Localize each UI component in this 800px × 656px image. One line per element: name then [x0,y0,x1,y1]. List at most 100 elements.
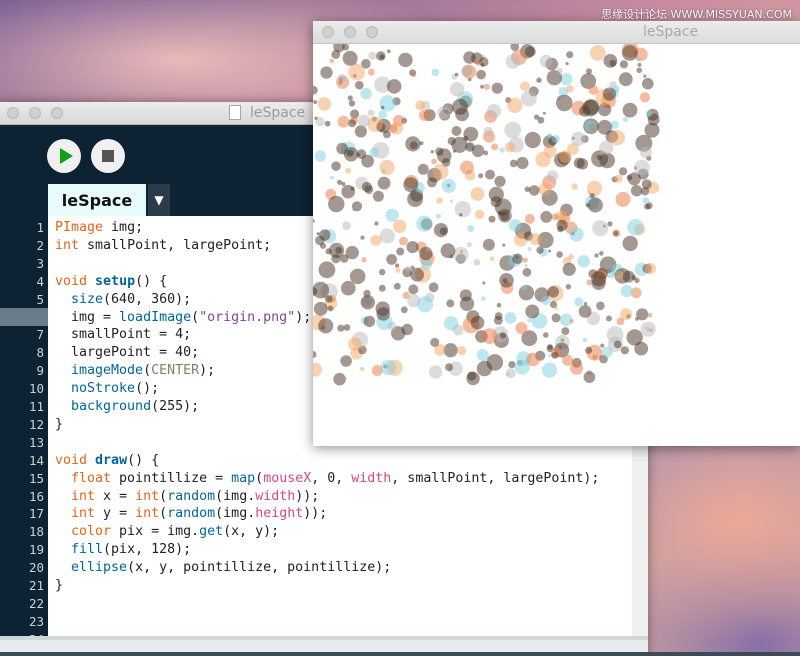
pointillism-dot [571,183,578,190]
sketch-zoom-button[interactable] [366,26,378,38]
pointillism-dot [609,130,625,146]
pointillism-dot [361,257,367,263]
pointillism-dot [644,326,651,332]
sketch-canvas[interactable] [313,44,800,446]
minimize-window-button[interactable] [29,107,41,119]
tab-menu-button[interactable]: ▼ [148,184,170,216]
pointillism-dot [587,197,603,213]
pointillism-dot [370,234,382,246]
pointillism-dot [463,126,479,142]
pointillism-dot [363,315,376,328]
pointillism-dot [483,126,494,137]
pointillism-dot [419,109,431,121]
pointillism-dot [401,323,413,336]
code-token: setup [95,273,136,289]
pointillism-dot [441,178,456,193]
pointillism-dot [379,54,385,60]
pointillism-dot [369,147,379,158]
pointillism-dot [313,301,328,316]
sketch-minimize-button[interactable] [344,26,356,38]
code-token: y = [95,506,136,522]
line-number: 2 [36,237,44,253]
stop-button[interactable] [91,139,125,173]
pointillism-dot [504,142,516,153]
code-token: ( [159,488,168,504]
pointillism-dot [416,215,433,232]
line-number: 19 [28,542,44,558]
tab-lespace[interactable]: leSpace [48,184,146,216]
pointillism-dot [402,291,410,300]
code-token: void [55,273,88,289]
pointillism-dot [393,282,401,290]
pointillism-dot [568,253,575,260]
zoom-window-button[interactable] [51,107,63,119]
pointillism-dot [565,62,569,66]
line-number: 9 [36,363,44,379]
code-token: ( [191,309,200,325]
pointillism-dot [462,64,477,79]
pointillism-dot [361,181,372,193]
pointillism-dot [313,351,317,358]
pointillism-dot [374,221,379,226]
line-number: 14 [28,452,44,468]
pointillism-dot [536,246,544,254]
code-token: int [55,237,80,253]
pointillism-dot [318,261,336,279]
pointillism-dot [480,63,485,67]
pointillism-dot [520,90,537,107]
pointillism-dot [348,337,362,351]
pointillism-dot [618,167,628,176]
pointillism-dot [488,215,496,223]
pointillism-dot [615,191,631,207]
pointillism-dot [347,95,353,101]
pointillism-dot [613,230,619,236]
pointillism-dot [481,296,486,301]
code-token: )); [295,488,320,504]
pointillism-dot [459,296,475,311]
line-number-gutter: 123456789101112131415161718192021222324 [0,216,48,647]
pointillism-dot [514,359,530,375]
code-line: size(640, 360); [55,292,191,307]
run-button[interactable] [47,139,81,173]
pointillism-dot [551,135,560,143]
pointillism-dot [524,186,531,192]
pointillism-dot [360,235,365,240]
pointillism-dot [504,121,522,139]
pointillism-dot [631,275,637,281]
pointillism-dot [379,268,386,276]
pointillism-dot [522,267,532,277]
pointillism-dot [557,68,563,74]
pointillism-dot [591,271,607,287]
pointillism-dot [490,196,502,208]
pointillism-dot [644,122,660,138]
pointillism-dot [449,82,465,97]
pointillism-dot [410,267,424,282]
pointillism-dot [407,191,424,207]
pointillism-dot [600,343,605,348]
code-line: int smallPoint, largePoint; [55,238,271,253]
pointillism-dot [360,87,372,100]
code-token: smallPoint = 4; [55,327,192,343]
code-line: void setup() { [55,274,167,289]
line-number: 23 [28,613,44,629]
pointillism-dot [485,169,495,180]
pointillism-dot [502,278,508,283]
line-number: 1 [36,220,44,235]
pointillism-dot [634,159,650,176]
sketch-titlebar[interactable]: leSpace [313,21,800,44]
pointillism-dot [592,354,598,360]
code-token: loadImage [119,309,192,325]
pointillism-dot [599,152,615,169]
line-number: 11 [28,399,44,414]
stop-icon [102,150,114,162]
code-token: fill [71,542,104,558]
close-window-button[interactable] [7,107,19,119]
pointillism-dot [460,160,474,175]
pointillism-dot [335,246,343,254]
code-token: size [71,291,104,307]
pointillism-dot [635,317,639,321]
sketch-close-button[interactable] [322,26,334,38]
pointillism-dot [343,324,351,331]
